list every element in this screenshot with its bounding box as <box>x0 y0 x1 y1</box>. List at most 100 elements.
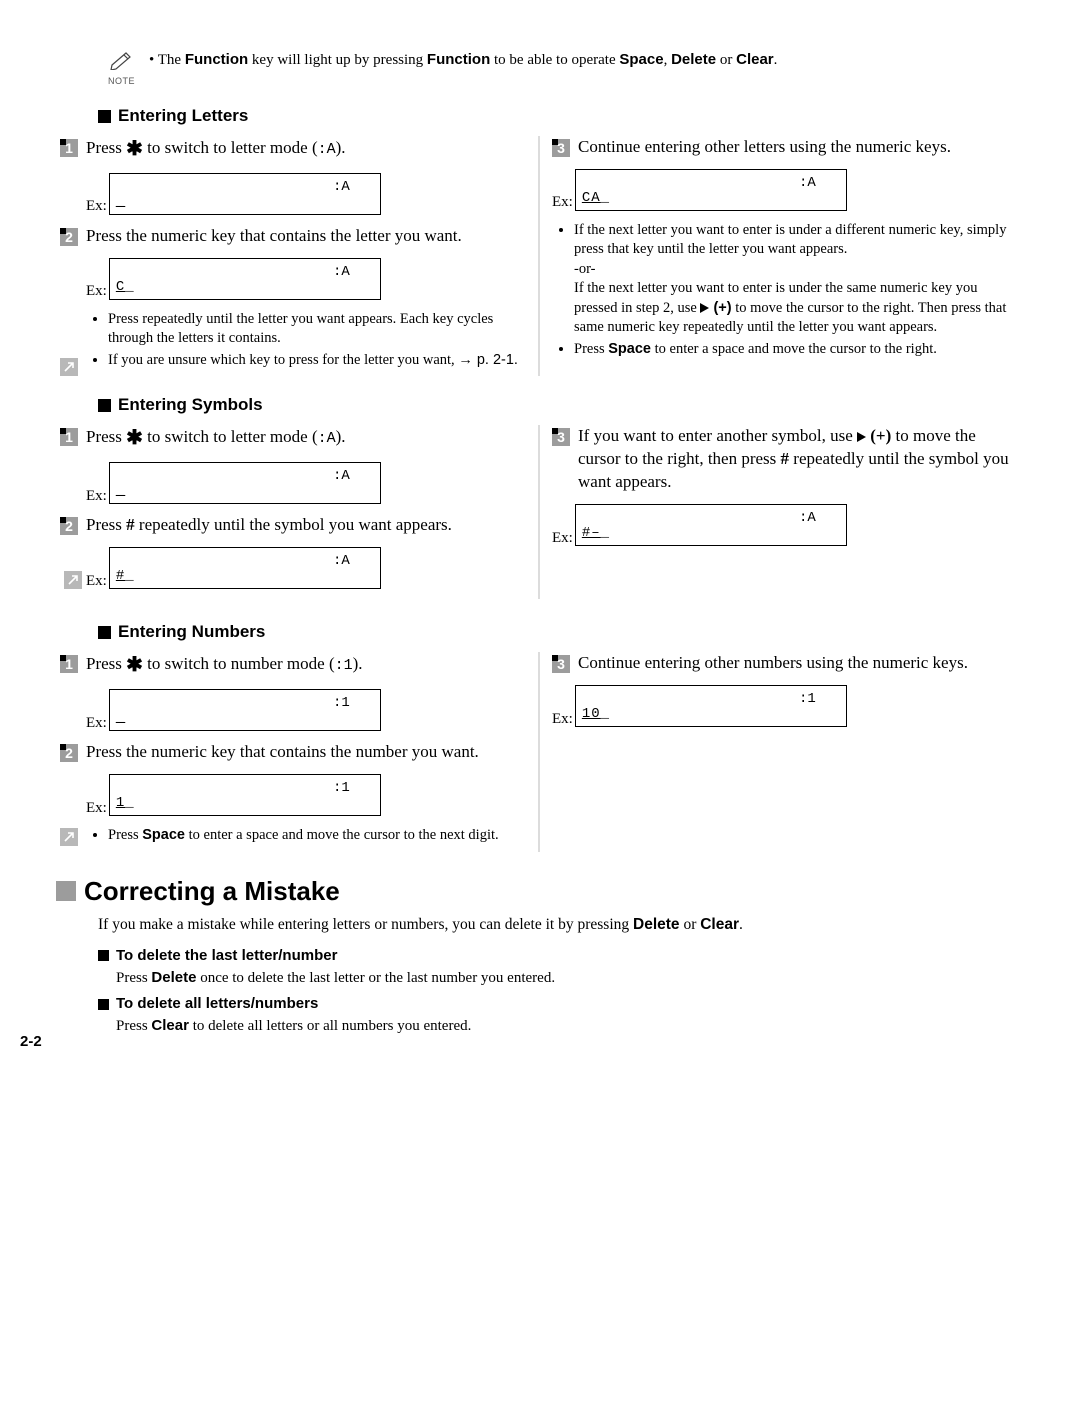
letters-display-2-row: Ex: :A C_ <box>86 252 526 306</box>
ex-label: Ex: <box>552 192 573 212</box>
lcd-mode: :A <box>799 174 816 193</box>
t: Press <box>108 827 142 843</box>
ex-label: Ex: <box>86 196 107 216</box>
lcd-display: :1 _ <box>109 689 381 731</box>
cursor: _ <box>125 279 134 295</box>
t: to be able to operate <box>490 52 619 68</box>
page-number: 2-2 <box>20 1032 42 1052</box>
t: . <box>774 52 778 68</box>
link-icon[interactable] <box>60 358 78 376</box>
key-space: Space <box>608 341 651 357</box>
t: to switch to number mode ( <box>143 654 335 673</box>
bullet-item: Press repeatedly until the letter you wa… <box>108 310 526 349</box>
correcting-intro: If you make a mistake while entering let… <box>98 915 1020 936</box>
numbers-display-2-row: Ex: :1 1_ <box>86 768 526 822</box>
lcd-value: #–_ <box>582 524 610 543</box>
lcd-value: 1_ <box>116 794 135 813</box>
key-delete: Delete <box>151 969 196 986</box>
step-badge: 1 <box>60 655 78 673</box>
t: repeatedly until the symbol you want app… <box>135 515 452 534</box>
bullet-item: If the next letter you want to enter is … <box>574 221 1020 338</box>
t: to switch to letter mode ( <box>143 427 318 446</box>
lcd-value: _ <box>116 193 125 212</box>
ex-label: Ex: <box>86 281 107 301</box>
key-clear: Clear <box>736 51 774 68</box>
t: or <box>716 52 736 68</box>
symbols-display-2-row: Ex: :A #_ <box>64 541 526 595</box>
square-bullet-icon <box>98 999 109 1010</box>
numbers-step-3: 3 Continue entering other numbers using … <box>552 652 1020 675</box>
lcd-mode: :1 <box>799 690 816 709</box>
letters-display-3-row: Ex: :A CA_ <box>552 163 1020 217</box>
lcd-display: :1 10_ <box>575 685 847 727</box>
link-icon[interactable] <box>64 571 82 589</box>
key-clear: Clear <box>151 1017 189 1034</box>
link-icon[interactable] <box>60 828 78 846</box>
t: Press <box>574 341 608 357</box>
t: To delete all letters/numbers <box>116 994 318 1014</box>
right-triangle-icon <box>857 432 866 442</box>
step-badge: 2 <box>60 228 78 246</box>
t: If you make a mistake while entering let… <box>98 916 633 933</box>
t: Press <box>116 970 151 986</box>
t: Press <box>86 427 126 446</box>
ex-label: Ex: <box>86 486 107 506</box>
t: Press <box>86 138 126 157</box>
star-icon: ✱ <box>126 427 143 449</box>
step-text: Press the numeric key that contains the … <box>86 225 462 248</box>
step-badge: 3 <box>552 655 570 673</box>
subbody-delete-all: Press Clear to delete all letters or all… <box>116 1016 1020 1036</box>
letters-bullets: Press repeatedly until the letter you wa… <box>92 310 526 371</box>
t: Press <box>116 1018 151 1034</box>
symbols-display-3-row: Ex: :A #–_ <box>552 498 1020 552</box>
heading-text: Correcting a Mistake <box>84 874 340 909</box>
cursor: _ <box>601 706 610 722</box>
ex-label: Ex: <box>552 528 573 548</box>
note-label: NOTE <box>108 75 135 87</box>
lcd-value: #_ <box>116 567 135 586</box>
mode: :A <box>318 430 336 447</box>
cursor: _ <box>601 190 610 206</box>
symbols-right-col: 3 If you want to enter another symbol, u… <box>540 425 1020 599</box>
ex-label: Ex: <box>552 709 573 729</box>
note-icon-holder: NOTE <box>108 50 135 87</box>
lcd-display: :A #–_ <box>575 504 847 546</box>
lcd-value: 10_ <box>582 705 610 724</box>
step-text: Press # repeatedly until the symbol you … <box>86 514 452 537</box>
symbols-step-3: 3 If you want to enter another symbol, u… <box>552 425 1020 494</box>
lcd-display: :A _ <box>109 462 381 504</box>
lcd-mode: :A <box>333 178 350 197</box>
t: Press <box>86 515 126 534</box>
numbers-display-1-row: Ex: :1 _ <box>86 683 526 737</box>
note-text: • The Function key will light up by pres… <box>149 50 777 70</box>
step-badge: 2 <box>60 517 78 535</box>
square-bullet-icon <box>56 881 76 901</box>
letters-right-bullets: If the next letter you want to enter is … <box>558 221 1020 360</box>
star-icon: ✱ <box>126 654 143 676</box>
step-text: Continue entering other numbers using th… <box>578 652 968 675</box>
t: to enter a space and move the cursor to … <box>651 341 937 357</box>
t: to enter a space and move the cursor to … <box>185 827 499 843</box>
ex-label: Ex: <box>86 571 107 591</box>
lcd-value: CA_ <box>582 189 610 208</box>
numbers-left-col: 1 Press ✱ to switch to number mode (:1).… <box>60 652 540 852</box>
v: C <box>116 279 125 295</box>
cursor: _ <box>116 194 125 210</box>
t: , <box>664 52 672 68</box>
cursor: _ <box>125 795 134 811</box>
letters-right-col: 3 Continue entering other letters using … <box>540 136 1020 377</box>
square-bullet-icon <box>98 110 111 123</box>
t: . <box>739 916 743 933</box>
page-ref: → p. 2-1. <box>458 352 518 368</box>
ex-label: Ex: <box>86 798 107 818</box>
lcd-mode: :1 <box>333 779 350 798</box>
step-badge: 3 <box>552 139 570 157</box>
symbols-step-1: 1 Press ✱ to switch to letter mode (:A). <box>60 425 526 452</box>
step-text: Press ✱ to switch to number mode (:1). <box>86 652 363 679</box>
t: If the next letter you want to enter is … <box>574 222 1006 258</box>
key-function: Function <box>427 51 490 68</box>
pencil-icon <box>109 57 135 74</box>
t: key will light up by pressing <box>248 52 427 68</box>
square-bullet-icon <box>98 399 111 412</box>
cursor: _ <box>116 710 125 726</box>
